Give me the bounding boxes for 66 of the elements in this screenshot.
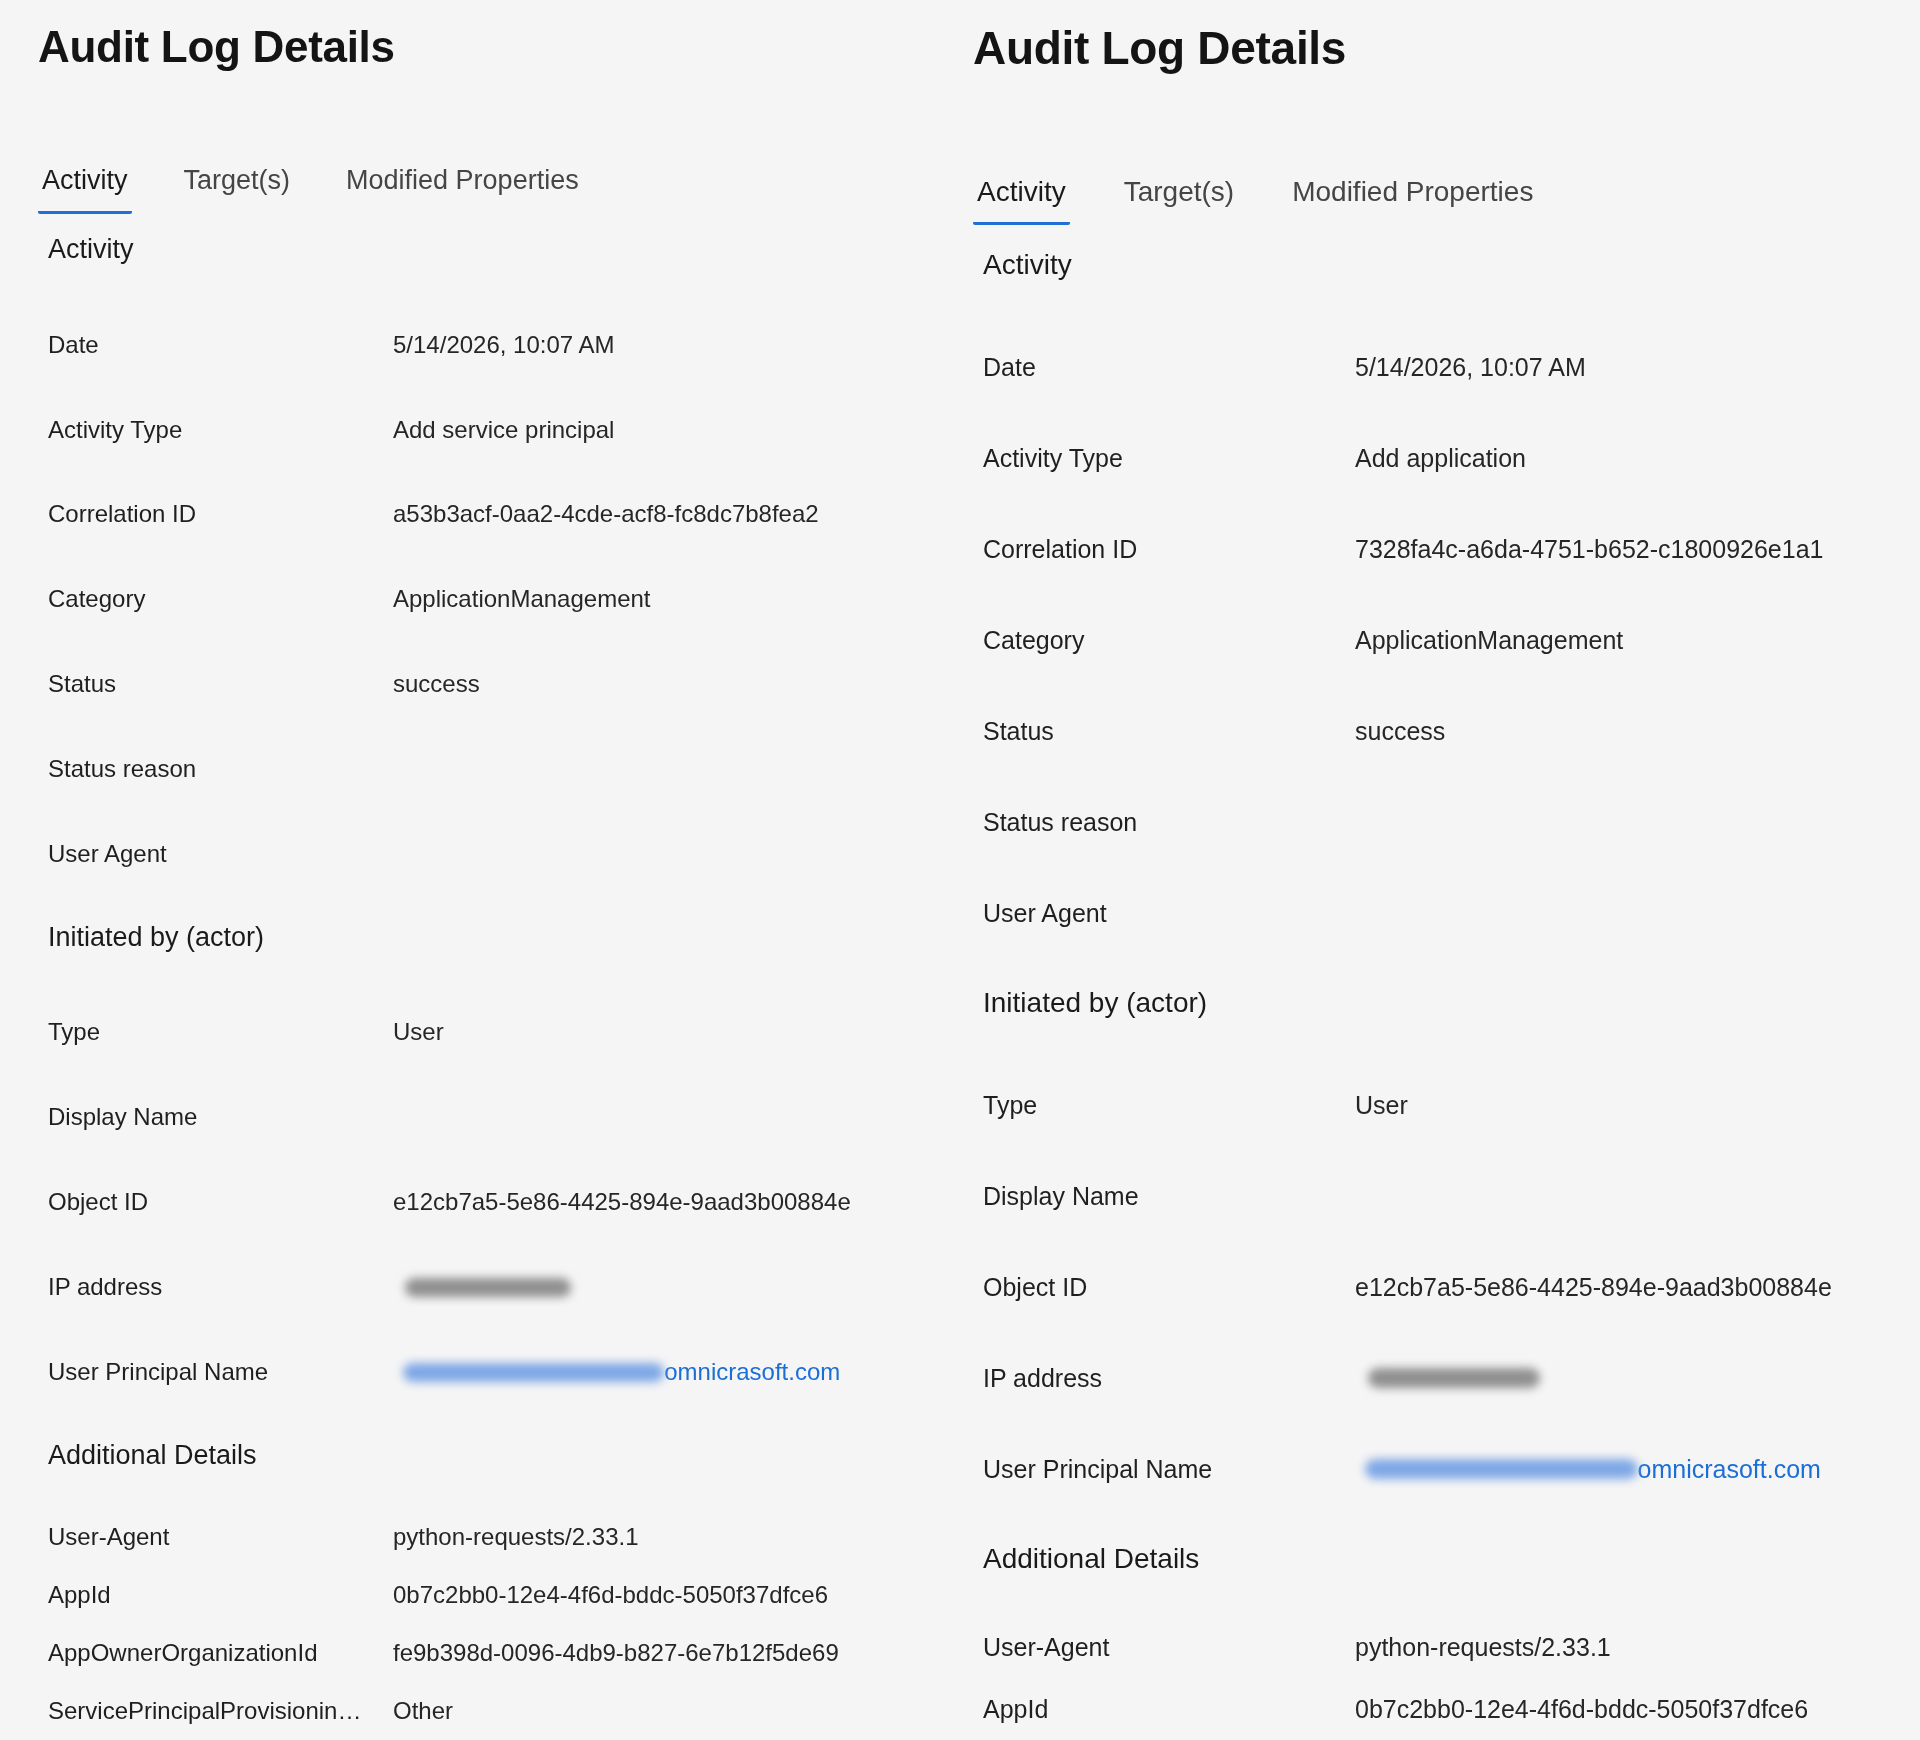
section-heading: Initiated by (actor): [983, 986, 1208, 1020]
field-value: User: [393, 1018, 444, 1048]
field-label: Activity Type: [983, 443, 1124, 474]
field-label: Category: [983, 625, 1086, 656]
tab[interactable]: Modified Properties: [1288, 174, 1538, 225]
section-heading: Additional Details: [983, 1542, 1200, 1576]
field-label: Correlation ID: [48, 500, 198, 530]
field-label: IP address: [48, 1272, 164, 1302]
field-value: python-requests/2.33.1: [1355, 1631, 1611, 1662]
field-value: 5/14/2026, 10:07 AM: [1355, 352, 1586, 383]
field-label: User Principal Name: [983, 1454, 1214, 1485]
field-label: Display Name: [983, 1181, 1140, 1212]
field-label: AppId: [983, 1693, 1050, 1724]
field-label: Activity Type: [48, 415, 184, 445]
page-title: Audit Log Details: [38, 21, 395, 73]
field-value: success: [393, 670, 480, 699]
field-label: Type: [48, 1018, 102, 1048]
field-label: User Agent: [983, 898, 1108, 929]
tab[interactable]: Activity: [973, 174, 1070, 225]
field-label: Object ID: [48, 1188, 150, 1217]
page-title: Audit Log Details: [973, 21, 1347, 76]
field-label: Status reason: [983, 807, 1139, 838]
tab[interactable]: Target(s): [179, 162, 295, 214]
field-value: 0b7c2bb0-12e4-4f6d-bddc-5050f37dfce6: [1355, 1693, 1809, 1724]
field-value: ApplicationManagement: [1355, 625, 1624, 656]
section-heading: Initiated by (actor): [48, 920, 265, 954]
field-label: Date: [48, 330, 100, 360]
field-label: Display Name: [48, 1103, 199, 1132]
field-value: fe9b398d-0096-4db9-b827-6e7b12f5de69: [393, 1638, 839, 1668]
field-value: 7328fa4c-a6da-4751-b652-c1800926e1a1: [1355, 534, 1824, 565]
section-heading: Activity: [48, 233, 134, 266]
user-principal-link[interactable]: omnicrasoft.com: [664, 1357, 841, 1387]
field-value: e12cb7a5-5e86-4425-894e-9aad3b00884e: [393, 1188, 851, 1217]
field-label: Date: [983, 352, 1037, 383]
field-value: Add service principal: [393, 415, 615, 445]
field-value: Add application: [1355, 443, 1526, 474]
field-label: AppId: [48, 1580, 112, 1610]
field-label: User-Agent: [983, 1631, 1111, 1662]
field-value: success: [1355, 716, 1446, 747]
field-label: User Principal Name: [48, 1357, 270, 1387]
section-heading: Activity: [983, 248, 1072, 282]
tab[interactable]: Activity: [38, 162, 132, 214]
field-label: AppOwnerOrganizationId: [48, 1638, 319, 1668]
field-value: a53b3acf-0aa2-4cde-acf8-fc8dc7b8fea2: [393, 500, 819, 530]
field-label: IP address: [983, 1363, 1104, 1394]
tab[interactable]: Target(s): [1119, 174, 1239, 225]
field-label: ServicePrincipalProvisionin…: [48, 1696, 363, 1726]
user-principal-link[interactable]: omnicrasoft.com: [1637, 1454, 1821, 1485]
field-value: ApplicationManagement: [393, 585, 651, 615]
field-value: 0b7c2bb0-12e4-4f6d-bddc-5050f37dfce6: [393, 1580, 828, 1610]
field-value: 5/14/2026, 10:07 AM: [393, 330, 615, 360]
field-value: Other: [393, 1696, 454, 1726]
field-label: Type: [983, 1090, 1039, 1121]
field-value: python-requests/2.33.1: [393, 1522, 639, 1552]
field-label: Object ID: [983, 1272, 1089, 1303]
field-label: Status: [983, 716, 1055, 747]
field-value: e12cb7a5-5e86-4425-894e-9aad3b00884e: [1355, 1272, 1832, 1303]
field-label: Category: [48, 585, 147, 615]
field-label: Correlation ID: [983, 534, 1139, 565]
field-value: User: [1355, 1090, 1408, 1121]
field-label: User-Agent: [48, 1522, 171, 1552]
section-heading: Additional Details: [48, 1438, 257, 1472]
field-label: Status reason: [48, 754, 198, 784]
field-label: User Agent: [48, 839, 168, 869]
field-label: Status: [48, 670, 118, 699]
tab[interactable]: Modified Properties: [342, 162, 583, 214]
